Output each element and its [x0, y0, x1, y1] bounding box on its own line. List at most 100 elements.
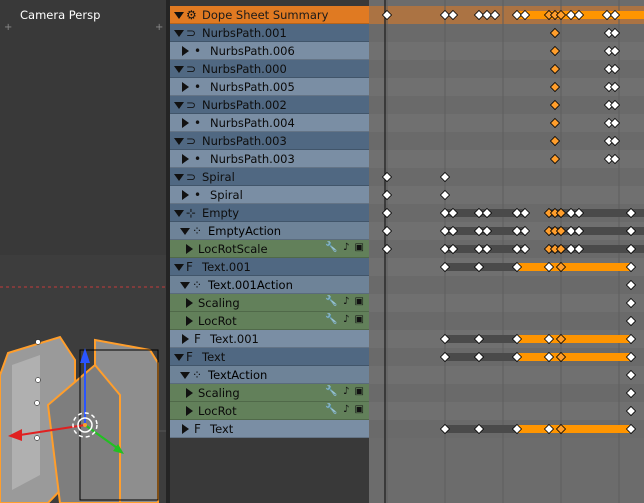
action-icon: ⁘: [192, 224, 203, 238]
camera-label: Camera Persp: [20, 8, 101, 22]
channel-row[interactable]: ⁘ Text.001Action: [170, 276, 369, 294]
collapse-triangle-icon[interactable]: [186, 406, 193, 416]
collapse-triangle-icon[interactable]: [182, 118, 189, 128]
timeline-row: [369, 402, 644, 420]
channel-row[interactable]: ⊃ NurbsPath.001: [170, 24, 369, 42]
timeline-row: [369, 294, 644, 312]
curve-icon: ⊃: [186, 26, 197, 40]
channel-row[interactable]: LocRot 🔧 ♪ ▣: [170, 312, 369, 330]
channel-row[interactable]: ⊃ NurbsPath.002: [170, 96, 369, 114]
keyframe-area[interactable]: [369, 0, 644, 503]
channel-row[interactable]: ⊹ Empty: [170, 204, 369, 222]
channel-region[interactable]: ⚙ Dope Sheet Summary ⊃ NurbsPath.001 • NurbsP…: [170, 0, 369, 440]
timeline-row: [369, 78, 644, 96]
collapse-triangle-icon[interactable]: [182, 82, 189, 92]
curve-data-icon: •: [194, 44, 202, 58]
collapse-triangle-icon[interactable]: [182, 154, 189, 164]
text-icon: F: [186, 260, 193, 274]
channel-row[interactable]: • Spiral: [170, 186, 369, 204]
expand-triangle-icon[interactable]: [180, 282, 190, 289]
channel-row[interactable]: Scaling 🔧 ♪ ▣: [170, 294, 369, 312]
text-icon: F: [186, 350, 193, 364]
channel-row[interactable]: • NurbsPath.003: [170, 150, 369, 168]
collapse-triangle-icon[interactable]: [182, 190, 189, 200]
dopesheet-timeline[interactable]: [369, 0, 644, 503]
channel-row[interactable]: LocRot 🔧 ♪ ▣: [170, 402, 369, 420]
channel-label: LocRot: [198, 404, 237, 418]
channel-row[interactable]: ⊃ Spiral: [170, 168, 369, 186]
channel-row[interactable]: F Text: [170, 348, 369, 366]
channel-row[interactable]: • NurbsPath.006: [170, 42, 369, 60]
channel-row[interactable]: ⚙ Dope Sheet Summary: [170, 6, 369, 24]
corner-plus-icon[interactable]: +: [4, 22, 12, 33]
collapse-triangle-icon[interactable]: [186, 388, 193, 398]
action-icon: ⁘: [192, 278, 203, 292]
timeline-row: [369, 96, 644, 114]
expand-triangle-icon[interactable]: [174, 138, 184, 145]
empty-icon: ⊹: [186, 206, 197, 220]
curve-data-icon: •: [194, 152, 202, 166]
channel-label: Text: [202, 350, 226, 364]
channel-toggle-icons[interactable]: 🔧 ♪ ▣: [325, 314, 365, 325]
channel-row[interactable]: ⊃ NurbsPath.000: [170, 60, 369, 78]
channel-label: Text.001: [202, 260, 251, 274]
channel-row[interactable]: • NurbsPath.005: [170, 78, 369, 96]
channel-row[interactable]: Scaling 🔧 ♪ ▣: [170, 384, 369, 402]
channel-toggle-icons[interactable]: 🔧 ♪ ▣: [325, 242, 365, 253]
expand-triangle-icon[interactable]: [174, 210, 184, 217]
curve-icon: ⊃: [186, 62, 197, 76]
channel-label: Text.001Action: [208, 278, 293, 292]
collapse-triangle-icon[interactable]: [186, 316, 193, 326]
channel-label: Spiral: [202, 170, 235, 184]
curve-icon: ⊃: [186, 134, 197, 148]
collapse-triangle-icon[interactable]: [182, 424, 189, 434]
expand-triangle-icon[interactable]: [174, 12, 184, 19]
expand-triangle-icon[interactable]: [174, 354, 184, 361]
channel-label: NurbsPath.003: [210, 152, 295, 166]
timeline-row: [369, 168, 644, 186]
channel-toggle-icons[interactable]: 🔧 ♪ ▣: [325, 404, 365, 415]
channel-row[interactable]: F Text.001: [170, 330, 369, 348]
text-data-icon: F: [194, 422, 201, 436]
channel-label: LocRot: [198, 314, 237, 328]
channel-row[interactable]: F Text: [170, 420, 369, 438]
channel-row[interactable]: F Text.001: [170, 258, 369, 276]
viewport-scene[interactable]: [0, 255, 166, 503]
channel-toggle-icons[interactable]: 🔧 ♪ ▣: [325, 386, 365, 397]
corner-plus-icon[interactable]: +: [155, 22, 163, 33]
timeline-row: [369, 312, 644, 330]
timeline-row: [369, 42, 644, 60]
expand-triangle-icon[interactable]: [174, 66, 184, 73]
curve-data-icon: •: [194, 116, 202, 130]
channel-label: NurbsPath.003: [202, 134, 287, 148]
collapse-triangle-icon[interactable]: [186, 298, 193, 308]
channel-toggle-icons[interactable]: 🔧 ♪ ▣: [325, 296, 365, 307]
3d-viewport[interactable]: Camera Persp + +: [0, 0, 166, 503]
hold-bar: [517, 263, 631, 271]
timeline-row: [369, 24, 644, 42]
expand-triangle-icon[interactable]: [174, 102, 184, 109]
curve-icon: ⊃: [186, 170, 197, 184]
expand-triangle-icon[interactable]: [180, 372, 190, 379]
channel-row[interactable]: ⁘ TextAction: [170, 366, 369, 384]
collapse-triangle-icon[interactable]: [182, 334, 189, 344]
collapse-triangle-icon[interactable]: [182, 46, 189, 56]
expand-triangle-icon[interactable]: [174, 174, 184, 181]
channel-row[interactable]: ⊃ NurbsPath.003: [170, 132, 369, 150]
timeline-row: [369, 366, 644, 384]
channel-row[interactable]: ⁘ EmptyAction: [170, 222, 369, 240]
collapse-triangle-icon[interactable]: [186, 244, 193, 254]
scene-graphic: [0, 286, 166, 503]
channel-label: NurbsPath.005: [210, 80, 295, 94]
channel-label: Spiral: [210, 188, 243, 202]
hold-bar: [517, 335, 631, 343]
channel-row[interactable]: LocRotScale 🔧 ♪ ▣: [170, 240, 369, 258]
channel-label: TextAction: [208, 368, 268, 382]
expand-triangle-icon[interactable]: [174, 264, 184, 271]
dopesheet-icon: ⚙: [186, 8, 197, 22]
text-data-icon: F: [194, 332, 201, 346]
expand-triangle-icon[interactable]: [180, 228, 190, 235]
timeline-row: [369, 186, 644, 204]
expand-triangle-icon[interactable]: [174, 30, 184, 37]
channel-row[interactable]: • NurbsPath.004: [170, 114, 369, 132]
